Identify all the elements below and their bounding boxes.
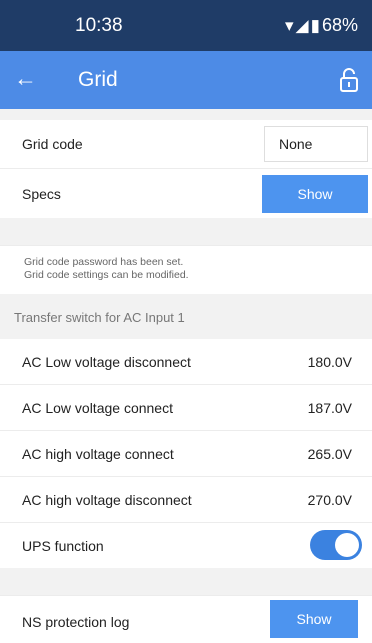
setting-label: AC Low voltage disconnect bbox=[22, 353, 191, 370]
setting-value: 180.0V bbox=[307, 353, 352, 370]
page-title: Grid bbox=[78, 68, 118, 91]
setting-value: 265.0V bbox=[307, 445, 352, 462]
setting-value: 270.0V bbox=[307, 491, 352, 508]
wifi-icon: ▾ bbox=[284, 15, 294, 35]
status-icons: ▾ ◢ ▮ 68% bbox=[285, 15, 358, 36]
specs-label: Specs bbox=[22, 185, 61, 202]
battery-percentage: 68% bbox=[321, 15, 358, 35]
note-line-1: Grid code password has been set. bbox=[24, 256, 184, 268]
lock-icon[interactable] bbox=[338, 67, 360, 93]
section-gap bbox=[0, 218, 372, 246]
password-note: Grid code password has been set. Grid co… bbox=[24, 256, 189, 282]
grid-code-label: Grid code bbox=[22, 136, 83, 152]
specs-row: Specs Show bbox=[0, 169, 372, 218]
transfer-switch-title: Transfer switch for AC Input 1 bbox=[14, 310, 185, 325]
status-bar: 10:38 ▾ ◢ ▮ 68% bbox=[0, 0, 372, 51]
ns-log-show-button[interactable]: Show bbox=[270, 600, 358, 638]
setting-label: AC high voltage disconnect bbox=[22, 491, 192, 508]
ns-protection-log-label: NS protection log bbox=[22, 614, 130, 630]
ups-function-row: UPS function bbox=[0, 523, 372, 568]
app-bar: ← Grid bbox=[0, 51, 372, 109]
battery-icon: ▮ bbox=[310, 15, 320, 35]
divider bbox=[0, 245, 372, 246]
setting-row[interactable]: AC Low voltage connect 187.0V bbox=[0, 385, 372, 430]
ns-protection-log-row: NS protection log Show bbox=[0, 596, 372, 643]
grid-code-select[interactable]: None bbox=[264, 126, 368, 162]
grid-code-value: None bbox=[279, 136, 313, 152]
section-gap bbox=[0, 568, 372, 596]
section-gap bbox=[0, 109, 372, 120]
toggle-knob bbox=[335, 533, 359, 557]
setting-label: AC Low voltage connect bbox=[22, 399, 173, 416]
setting-row[interactable]: AC Low voltage disconnect 180.0V bbox=[0, 339, 372, 384]
back-arrow-icon[interactable]: ← bbox=[14, 65, 37, 92]
setting-row[interactable]: AC high voltage disconnect 270.0V bbox=[0, 477, 372, 522]
setting-row[interactable]: AC high voltage connect 265.0V bbox=[0, 431, 372, 476]
ups-function-toggle[interactable] bbox=[310, 530, 362, 560]
setting-label: AC high voltage connect bbox=[22, 445, 174, 462]
note-line-2: Grid code settings can be modified. bbox=[24, 269, 189, 281]
section-header: Transfer switch for AC Input 1 bbox=[0, 294, 372, 339]
signal-icon: ◢ bbox=[295, 15, 309, 35]
ups-function-label: UPS function bbox=[22, 537, 104, 554]
specs-show-button[interactable]: Show bbox=[262, 175, 368, 213]
grid-code-row: Grid code None bbox=[0, 120, 372, 168]
setting-value: 187.0V bbox=[307, 399, 352, 416]
clock: 10:38 bbox=[75, 15, 123, 36]
